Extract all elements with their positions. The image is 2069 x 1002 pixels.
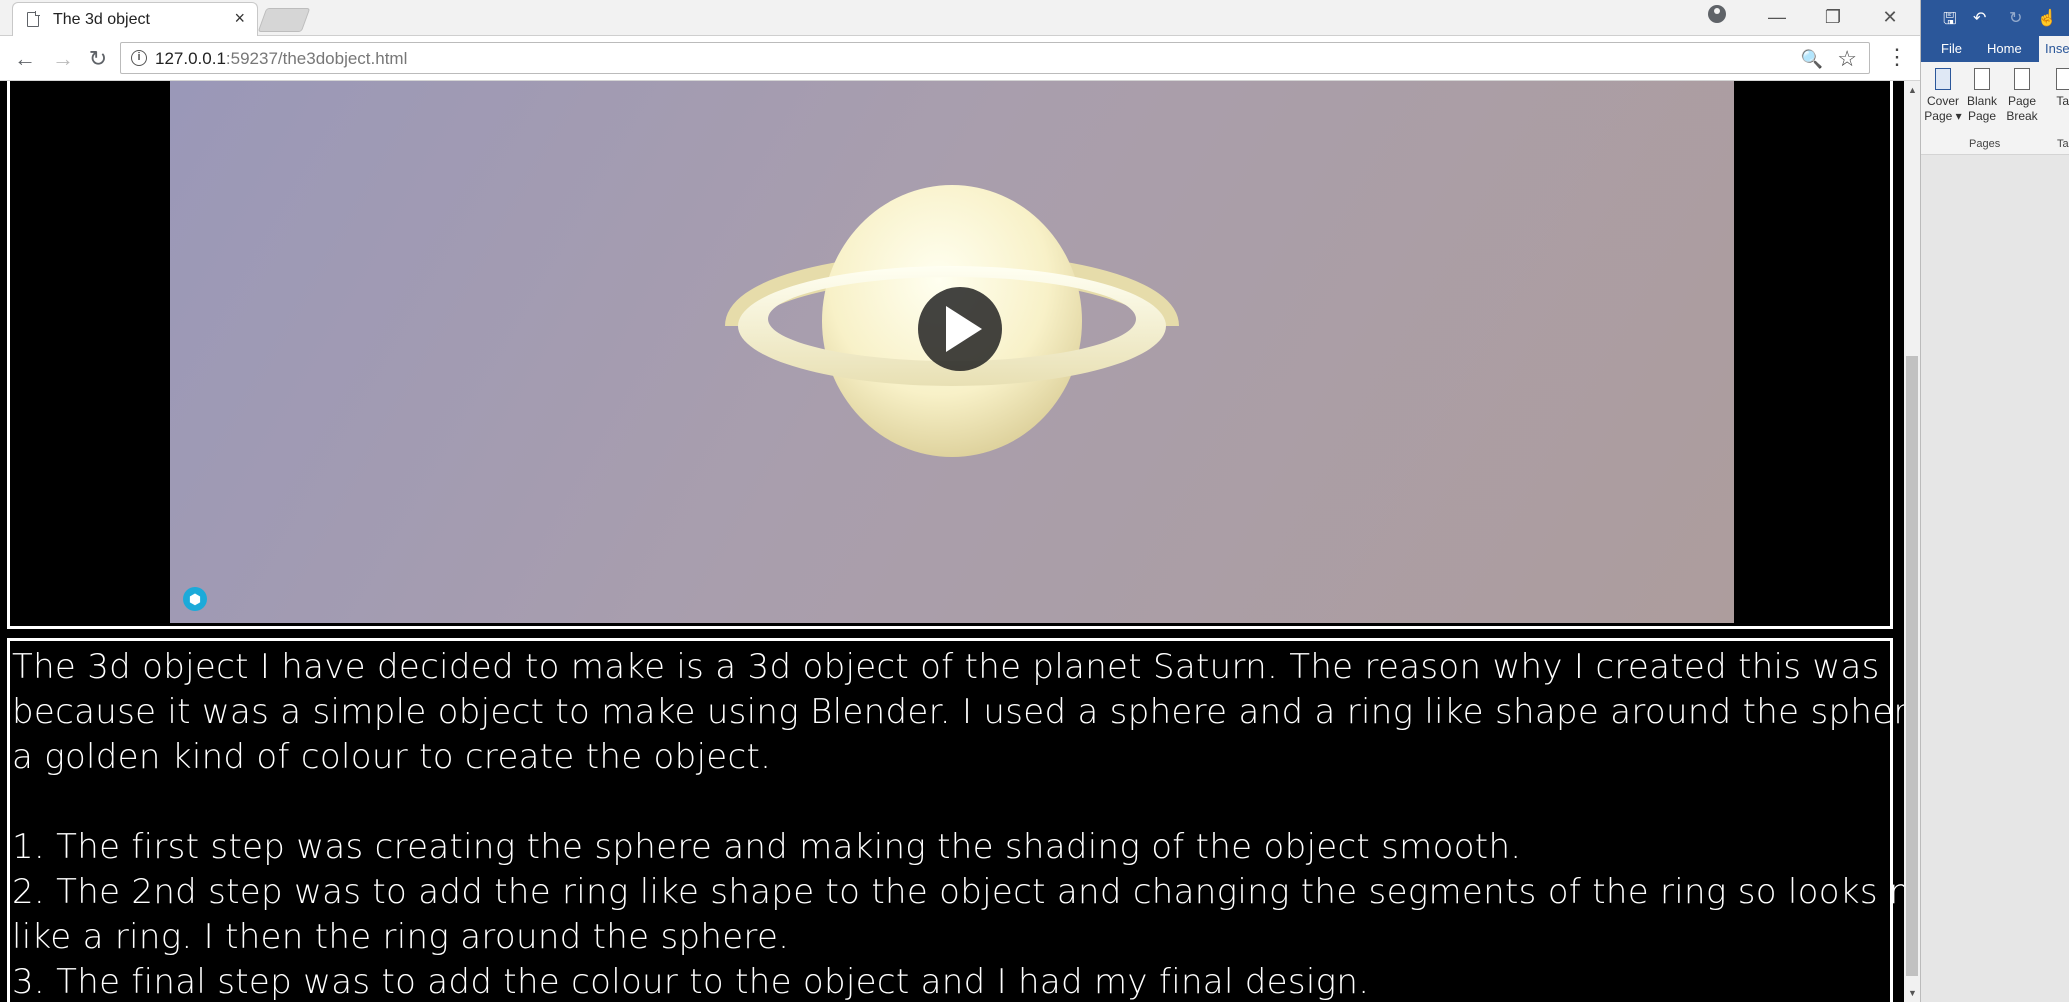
button-label: Blank xyxy=(1966,94,1998,108)
table-icon xyxy=(2056,68,2069,90)
browser-window: The 3d object × — ❐ ✕ ← → ↻ i 127.0.0.1:… xyxy=(0,0,1920,1002)
group-label-pages: Pages xyxy=(1969,138,2001,150)
tab-strip: The 3d object × — ❐ ✕ xyxy=(0,0,1920,36)
new-tab-button[interactable] xyxy=(257,8,311,32)
play-button[interactable] xyxy=(918,287,1002,371)
word-ribbon: Cover Page ▾ Blank Page Page Break Tal P… xyxy=(1921,62,2069,155)
chrome-menu-icon[interactable]: ⋮ xyxy=(1886,42,1908,72)
back-button[interactable]: ← xyxy=(10,44,40,74)
reload-button[interactable]: ↻ xyxy=(83,44,113,74)
word-ribbon-tabs: File Home Inser xyxy=(1921,36,2069,62)
url-text: 127.0.0.1:59237/the3dobject.html xyxy=(155,49,407,69)
word-window: 🖫 ↶ ↻ ☝ File Home Inser Cover Page ▾ Bla… xyxy=(1920,0,2069,1002)
page-icon xyxy=(27,11,40,27)
paragraph-line: because it was a simple object to make u… xyxy=(12,692,1904,732)
blank-page-button[interactable]: Blank Page xyxy=(1963,68,2001,124)
group-label-tables: Tab xyxy=(2057,138,2069,150)
tab-the-3d-object[interactable]: The 3d object × xyxy=(12,2,258,36)
page-break-icon xyxy=(2014,68,2030,90)
button-label: Cover xyxy=(1926,94,1959,108)
blank-page-icon xyxy=(1974,68,1990,90)
button-label: Tal xyxy=(2056,94,2069,108)
cover-page-icon xyxy=(1935,68,1951,90)
redo-icon[interactable]: ↻ xyxy=(2009,8,2022,28)
bookmark-star-icon[interactable]: ☆ xyxy=(1837,46,1857,72)
step-line: 2. The 2nd step was to add the ring like… xyxy=(12,872,1904,912)
profile-icon[interactable] xyxy=(1708,5,1726,23)
cover-page-button[interactable]: Cover Page ▾ xyxy=(1924,68,1962,124)
tab-insert[interactable]: Inser xyxy=(2039,36,2069,62)
tab-home[interactable]: Home xyxy=(1987,41,2022,56)
touch-mode-icon[interactable]: ☝ xyxy=(2037,8,2057,28)
minimize-button[interactable]: — xyxy=(1757,4,1797,30)
button-label: Page xyxy=(1967,109,1997,123)
close-window-button[interactable]: ✕ xyxy=(1870,4,1910,30)
step-line: like a ring. I then the ring around the … xyxy=(12,917,790,957)
save-icon[interactable]: 🖫 xyxy=(1943,8,1957,35)
address-bar[interactable]: i 127.0.0.1:59237/the3dobject.html 🔍 ☆ xyxy=(120,42,1870,74)
model-viewer-frame: ⬢ xyxy=(7,81,1893,629)
3d-model-viewer[interactable]: ⬢ xyxy=(170,81,1734,623)
word-title-bar: 🖫 ↶ ↻ ☝ xyxy=(1921,0,2069,36)
browser-toolbar: ← → ↻ i 127.0.0.1:59237/the3dobject.html… xyxy=(0,36,1920,81)
paragraph-line: a golden kind of colour to create the ob… xyxy=(12,737,772,777)
saturn-model xyxy=(725,185,1179,457)
step-line: 3. The final step was to add the colour … xyxy=(12,962,1370,1002)
scrollbar-thumb[interactable] xyxy=(1906,356,1918,976)
site-info-icon[interactable]: i xyxy=(131,50,147,66)
step-line: 1. The first step was creating the spher… xyxy=(12,827,1522,867)
description-box: The 3d object I have decided to make is … xyxy=(7,638,1904,1002)
tab-title: The 3d object xyxy=(53,11,150,28)
button-label: Page xyxy=(2007,94,2037,108)
button-label: Page ▾ xyxy=(1924,109,1962,123)
url-path: /the3dobject.html xyxy=(277,49,408,68)
viewer-logo-icon[interactable]: ⬢ xyxy=(183,587,207,611)
forward-button[interactable]: → xyxy=(48,44,78,74)
undo-icon[interactable]: ↶ xyxy=(1973,8,1986,28)
tab-close-icon[interactable]: × xyxy=(234,8,245,28)
scroll-down-arrow-icon[interactable]: ▼ xyxy=(1908,988,1917,998)
paragraph-line: The 3d object I have decided to make is … xyxy=(12,647,1880,687)
scroll-up-arrow-icon[interactable]: ▲ xyxy=(1908,85,1917,95)
page-viewport: ⬢ The 3d object I have decided to make i… xyxy=(0,81,1904,1002)
restore-button[interactable]: ❐ xyxy=(1813,4,1853,30)
url-host: 127.0.0.1 xyxy=(155,49,226,68)
button-label: Break xyxy=(2006,109,2038,123)
vertical-scrollbar[interactable]: ▲ ▼ xyxy=(1904,81,1920,1002)
url-port: :59237 xyxy=(225,49,278,68)
page-break-button[interactable]: Page Break xyxy=(2003,68,2041,124)
table-button[interactable]: Tal xyxy=(2045,68,2069,109)
zoom-icon[interactable]: 🔍 xyxy=(1801,49,1823,70)
tab-file[interactable]: File xyxy=(1941,41,1962,56)
